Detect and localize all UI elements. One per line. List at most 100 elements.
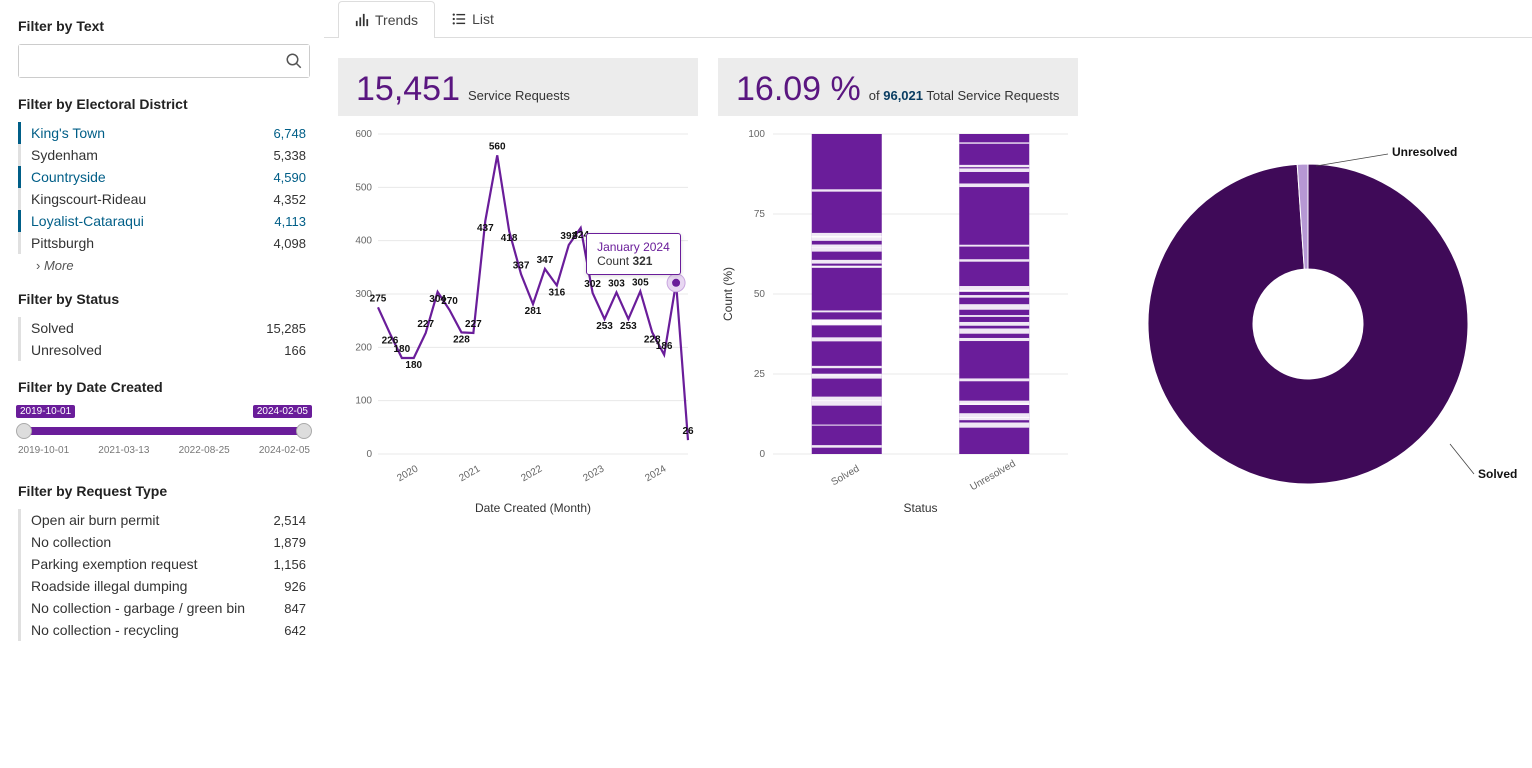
facet-count: 4,590	[273, 170, 306, 185]
facet-item[interactable]: Kingscourt-Rideau4,352	[21, 188, 310, 210]
facet-item[interactable]: King's Town 6,748	[21, 122, 310, 144]
list-icon	[452, 12, 466, 26]
facet-item[interactable]: Open air burn permit 2,514	[21, 509, 310, 531]
svg-text:Solved: Solved	[830, 463, 862, 488]
svg-text:Unresolved: Unresolved	[1392, 145, 1457, 159]
facet-label: Open air burn permit	[31, 512, 159, 528]
svg-text:Unresolved: Unresolved	[968, 458, 1017, 493]
svg-text:186: 186	[656, 341, 673, 352]
slider-handle-start[interactable]	[16, 423, 32, 439]
bar-chart[interactable]: 0255075100Count (%)SolvedUnresolvedStatu…	[718, 124, 1078, 524]
facet-count: 5,338	[273, 148, 306, 163]
facet-label: Unresolved	[31, 342, 102, 358]
tab-list[interactable]: List	[435, 0, 511, 37]
facet-item[interactable]: Pittsburgh 4,098	[21, 232, 310, 254]
facet-item[interactable]: Sydenham5,338	[21, 144, 310, 166]
svg-text:50: 50	[754, 289, 766, 300]
svg-text:75: 75	[754, 209, 766, 220]
slider-handle-end[interactable]	[296, 423, 312, 439]
svg-text:180: 180	[405, 360, 422, 371]
date-start-tag: 2019-10-01	[16, 405, 75, 418]
facet-label: No collection - recycling	[31, 622, 179, 638]
svg-text:2024: 2024	[643, 463, 668, 484]
filter-text-search[interactable]	[18, 44, 310, 78]
svg-text:25: 25	[754, 369, 766, 380]
facet-label: Roadside illegal dumping	[31, 578, 187, 594]
status-list: Solved15,285Unresolved166	[18, 317, 310, 361]
svg-text:400: 400	[355, 236, 372, 247]
kpi-total-value: 15,451	[356, 72, 460, 106]
bar-chart-icon	[355, 13, 369, 27]
filter-district-heading: Filter by Electoral District	[18, 96, 310, 112]
svg-text:Count (%): Count (%)	[721, 267, 735, 321]
date-range-slider[interactable]: 2019-10-01 2024-02-05 2019-10-012021-03-…	[18, 405, 310, 465]
facet-count: 847	[284, 601, 306, 616]
filter-request-type-heading: Filter by Request Type	[18, 483, 310, 499]
svg-text:500: 500	[355, 182, 372, 193]
facet-item[interactable]: No collection - recycling 642	[21, 619, 310, 641]
svg-text:418: 418	[501, 233, 518, 244]
tab-trends[interactable]: Trends	[338, 1, 435, 38]
kpi-total-label: Service Requests	[468, 88, 570, 103]
facet-label: Countryside	[31, 169, 106, 185]
svg-text:303: 303	[608, 278, 625, 289]
svg-text:Solved: Solved	[1478, 467, 1517, 481]
facet-item[interactable]: Countryside 4,590	[21, 166, 310, 188]
facet-item[interactable]: No collection1,879	[21, 531, 310, 553]
facet-label: Solved	[31, 320, 74, 336]
facet-label: King's Town	[31, 125, 105, 141]
slider-ticks: 2019-10-012021-03-132022-08-252024-02-05	[18, 445, 310, 456]
line-chart-svg: 0100200300400500600275226180180227304270…	[338, 124, 698, 524]
svg-text:0: 0	[366, 449, 372, 460]
facet-count: 1,879	[273, 535, 306, 550]
filter-district-section: Filter by Electoral District King's Town…	[18, 96, 310, 273]
svg-text:2022: 2022	[519, 463, 544, 484]
donut-chart-svg: Unresolved Solved	[1098, 124, 1518, 524]
kpi-pct-label: of 96,021 Total Service Requests	[869, 88, 1060, 103]
svg-text:337: 337	[513, 260, 530, 271]
svg-text:Date Created (Month): Date Created (Month)	[475, 501, 591, 515]
facet-label: Parking exemption request	[31, 556, 198, 572]
facet-item[interactable]: Roadside illegal dumping 926	[21, 575, 310, 597]
facet-label: Pittsburgh	[31, 235, 94, 251]
filter-status-heading: Filter by Status	[18, 291, 310, 307]
line-chart[interactable]: 0100200300400500600275226180180227304270…	[338, 124, 698, 524]
facet-count: 4,098	[273, 236, 306, 251]
facet-label: No collection - garbage / green bin	[31, 600, 245, 616]
facet-count: 4,113	[274, 214, 306, 229]
filter-date-section: Filter by Date Created 2019-10-01 2024-0…	[18, 379, 310, 465]
svg-text:275: 275	[370, 293, 387, 304]
svg-text:305: 305	[632, 277, 649, 288]
svg-text:253: 253	[596, 321, 613, 332]
facet-item[interactable]: Parking exemption request1,156	[21, 553, 310, 575]
facet-count: 2,514	[273, 513, 306, 528]
facet-item[interactable]: Loyalist-Cataraqui4,113	[21, 210, 310, 232]
facet-item[interactable]: Unresolved166	[21, 339, 310, 361]
kpi-pct-value: 16.09 %	[736, 72, 861, 106]
search-icon[interactable]	[285, 52, 303, 70]
facet-count: 642	[284, 623, 306, 638]
facet-item[interactable]: No collection - garbage / green bin 847	[21, 597, 310, 619]
svg-text:180: 180	[394, 344, 411, 355]
svg-text:2021: 2021	[457, 463, 482, 484]
filter-request-type-section: Filter by Request Type Open air burn per…	[18, 483, 310, 641]
facet-count: 926	[284, 579, 306, 594]
svg-text:2020: 2020	[395, 463, 420, 484]
donut-chart[interactable]: Unresolved Solved	[1098, 124, 1518, 524]
kpi-percent: 16.09 % of 96,021 Total Service Requests	[718, 58, 1078, 116]
svg-text:347: 347	[537, 255, 554, 266]
facet-item[interactable]: Solved15,285	[21, 317, 310, 339]
slider-track[interactable]	[22, 427, 306, 435]
filter-text-heading: Filter by Text	[18, 18, 310, 34]
request-type-list: Open air burn permit 2,514 No collection1,…	[18, 509, 310, 641]
svg-text:600: 600	[355, 129, 372, 140]
svg-text:0: 0	[759, 449, 765, 460]
facet-count: 6,748	[273, 126, 306, 141]
search-input[interactable]	[19, 45, 309, 77]
svg-text:316: 316	[549, 287, 566, 298]
filter-sidebar: Filter by Text Filter by Electoral Distr…	[0, 0, 324, 677]
kpi-service-requests: 15,451 Service Requests	[338, 58, 698, 116]
more-districts-link[interactable]: More	[18, 254, 310, 273]
svg-text:100: 100	[748, 129, 765, 140]
svg-text:424: 424	[572, 230, 589, 241]
